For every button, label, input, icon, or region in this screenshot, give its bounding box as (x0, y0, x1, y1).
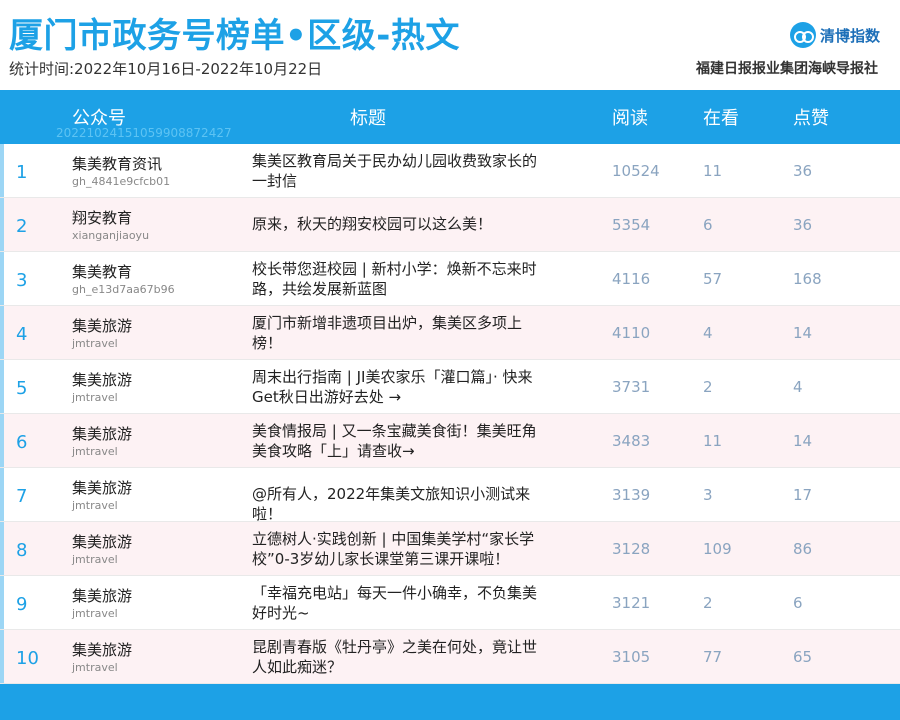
column-header-watch: 在看 (703, 108, 739, 129)
table-row[interactable]: 6 集美旅游 jmtravel 美食情报局 | 又一条宝藏美食街！集美旺角美食攻略「上… (0, 414, 900, 468)
read-count: 10524 (612, 162, 660, 180)
account-name[interactable]: 集美旅游 (72, 531, 132, 552)
rank-number: 7 (16, 486, 28, 507)
table-row[interactable]: 7 集美旅游 jmtravel @所有人，2022年集美文旅知识小测试来啦！ 3139 3… (0, 468, 900, 524)
rank-number: 10 (16, 648, 39, 669)
article-title[interactable]: 周末出行指南 | JI美农家乐「灌口篇」· 快来Get秋日出游好去处 → (252, 367, 537, 407)
article-title[interactable]: 美食情报局 | 又一条宝藏美食街！集美旺角美食攻略「上」请查收→ (252, 421, 537, 461)
table-row[interactable]: 5 集美旅游 jmtravel 周末出行指南 | JI美农家乐「灌口篇」· 快来Get… (0, 360, 900, 414)
table-row[interactable]: 4 集美旅游 jmtravel 厦门市新增非遗项目出炉，集美区多项上榜！ 4110 4 14 (0, 306, 900, 360)
account-id: jmtravel (72, 445, 118, 458)
table-row[interactable]: 1 集美教育资讯 gh_4841e9cfcb01 集美区教育局关于民办幼儿园收费致家长… (0, 144, 900, 198)
article-title[interactable]: 立德树人·实践创新 | 中国集美学村“家长学校”0-3岁幼儿家长课堂第三课开课啦… (252, 529, 537, 569)
rank-number: 1 (16, 162, 28, 183)
account-id: jmtravel (72, 553, 118, 566)
watch-count: 6 (703, 216, 713, 234)
rank-number: 8 (16, 540, 28, 561)
account-id: jmtravel (72, 337, 118, 350)
article-title[interactable]: @所有人，2022年集美文旅知识小测试来啦！ (252, 484, 537, 524)
statistics-period: 统计时间:2022年10月16日-2022年10月22日 (9, 60, 323, 78)
like-count: 65 (793, 648, 813, 666)
watch-count: 77 (703, 648, 723, 666)
page-title: 厦门市政务号榜单•区级-热文 (9, 16, 460, 56)
publisher-name: 福建日报报业集团海峡导报社 (696, 61, 878, 77)
table-row[interactable]: 10 集美旅游 jmtravel 昆剧青春版《牡丹亭》之美在何处，竟让世人如此痴迷？ 3… (0, 630, 900, 684)
watch-count: 4 (703, 324, 713, 342)
account-name[interactable]: 翔安教育 (72, 207, 132, 228)
read-count: 3121 (612, 594, 651, 612)
account-id: jmtravel (72, 607, 118, 620)
read-count: 3483 (612, 432, 651, 450)
page-header: 厦门市政务号榜单•区级-热文 统计时间:2022年10月16日-2022年10月… (0, 0, 900, 90)
brand-logo-icon (789, 22, 816, 48)
rank-number: 3 (16, 270, 28, 291)
like-count: 14 (793, 324, 813, 342)
account-name[interactable]: 集美旅游 (72, 423, 132, 444)
column-header-like: 点赞 (793, 108, 829, 129)
watermark-id: 20221024151059908872427 (56, 126, 232, 140)
article-title[interactable]: 「幸福充电站」每天一件小确幸，不负集美好时光~ (252, 583, 537, 623)
article-title[interactable]: 原来，秋天的翔安校园可以这么美！ (252, 214, 537, 234)
like-count: 4 (793, 378, 803, 396)
account-name[interactable]: 集美教育资讯 (72, 153, 162, 174)
rank-number: 5 (16, 378, 28, 399)
article-title[interactable]: 校长带您逛校园 | 新村小学：焕新不忘来时路，共绘发展新蓝图 (252, 259, 537, 299)
like-count: 36 (793, 162, 813, 180)
brand-name: 清博指数 (819, 26, 880, 45)
like-count: 14 (793, 432, 813, 450)
read-count: 4110 (612, 324, 651, 342)
brand-logo-group: 清博指数 (789, 22, 880, 48)
read-count: 3128 (612, 540, 651, 558)
like-count: 6 (793, 594, 803, 612)
table-row[interactable]: 9 集美旅游 jmtravel 「幸福充电站」每天一件小确幸，不负集美好时光~ 3121… (0, 576, 900, 630)
account-name[interactable]: 集美教育 (72, 261, 132, 282)
table-body: 1 集美教育资讯 gh_4841e9cfcb01 集美区教育局关于民办幼儿园收费致家长… (0, 144, 900, 684)
article-title[interactable]: 集美区教育局关于民办幼儿园收费致家长的一封信 (252, 151, 537, 191)
read-count: 3105 (612, 648, 651, 666)
rank-number: 4 (16, 324, 28, 345)
like-count: 86 (793, 540, 813, 558)
account-id: gh_4841e9cfcb01 (72, 175, 171, 188)
account-id: xianganjiaoyu (72, 229, 150, 242)
watch-count: 57 (703, 270, 723, 288)
read-count: 4116 (612, 270, 651, 288)
table-header: 公众号 20221024151059908872427 标题 阅读 在看 点赞 (0, 90, 900, 144)
account-id: gh_e13d7aa67b96 (72, 283, 175, 296)
account-id: jmtravel (72, 661, 118, 674)
table-row[interactable]: 8 集美旅游 jmtravel 立德树人·实践创新 | 中国集美学村“家长学校”0-3… (0, 522, 900, 576)
read-count: 5354 (612, 216, 651, 234)
table-row[interactable]: 2 翔安教育 xianganjiaoyu 原来，秋天的翔安校园可以这么美！ 5354 6 3… (0, 198, 900, 252)
rank-number: 6 (16, 432, 28, 453)
read-count: 3139 (612, 486, 651, 504)
account-name[interactable]: 集美旅游 (72, 315, 132, 336)
table-row[interactable]: 3 集美教育 gh_e13d7aa67b96 校长带您逛校园 | 新村小学：焕新不忘来… (0, 252, 900, 306)
like-count: 17 (793, 486, 813, 504)
watch-count: 11 (703, 162, 723, 180)
watch-count: 2 (703, 378, 713, 396)
account-id: jmtravel (72, 499, 118, 512)
column-header-read: 阅读 (612, 108, 648, 129)
account-id: jmtravel (72, 391, 118, 404)
column-header-title: 标题 (350, 108, 386, 129)
watch-count: 11 (703, 432, 723, 450)
account-name[interactable]: 集美旅游 (72, 477, 132, 498)
article-title[interactable]: 昆剧青春版《牡丹亭》之美在何处，竟让世人如此痴迷？ (252, 637, 537, 677)
watch-count: 3 (703, 486, 713, 504)
rank-number: 2 (16, 216, 28, 237)
rank-number: 9 (16, 594, 28, 615)
like-count: 168 (793, 270, 822, 288)
article-title[interactable]: 厦门市新增非遗项目出炉，集美区多项上榜！ (252, 313, 537, 353)
watch-count: 2 (703, 594, 713, 612)
account-name[interactable]: 集美旅游 (72, 639, 132, 660)
read-count: 3731 (612, 378, 651, 396)
account-name[interactable]: 集美旅游 (72, 585, 132, 606)
account-name[interactable]: 集美旅游 (72, 369, 132, 390)
watch-count: 109 (703, 540, 732, 558)
page-footer-bar (0, 684, 900, 720)
like-count: 36 (793, 216, 813, 234)
